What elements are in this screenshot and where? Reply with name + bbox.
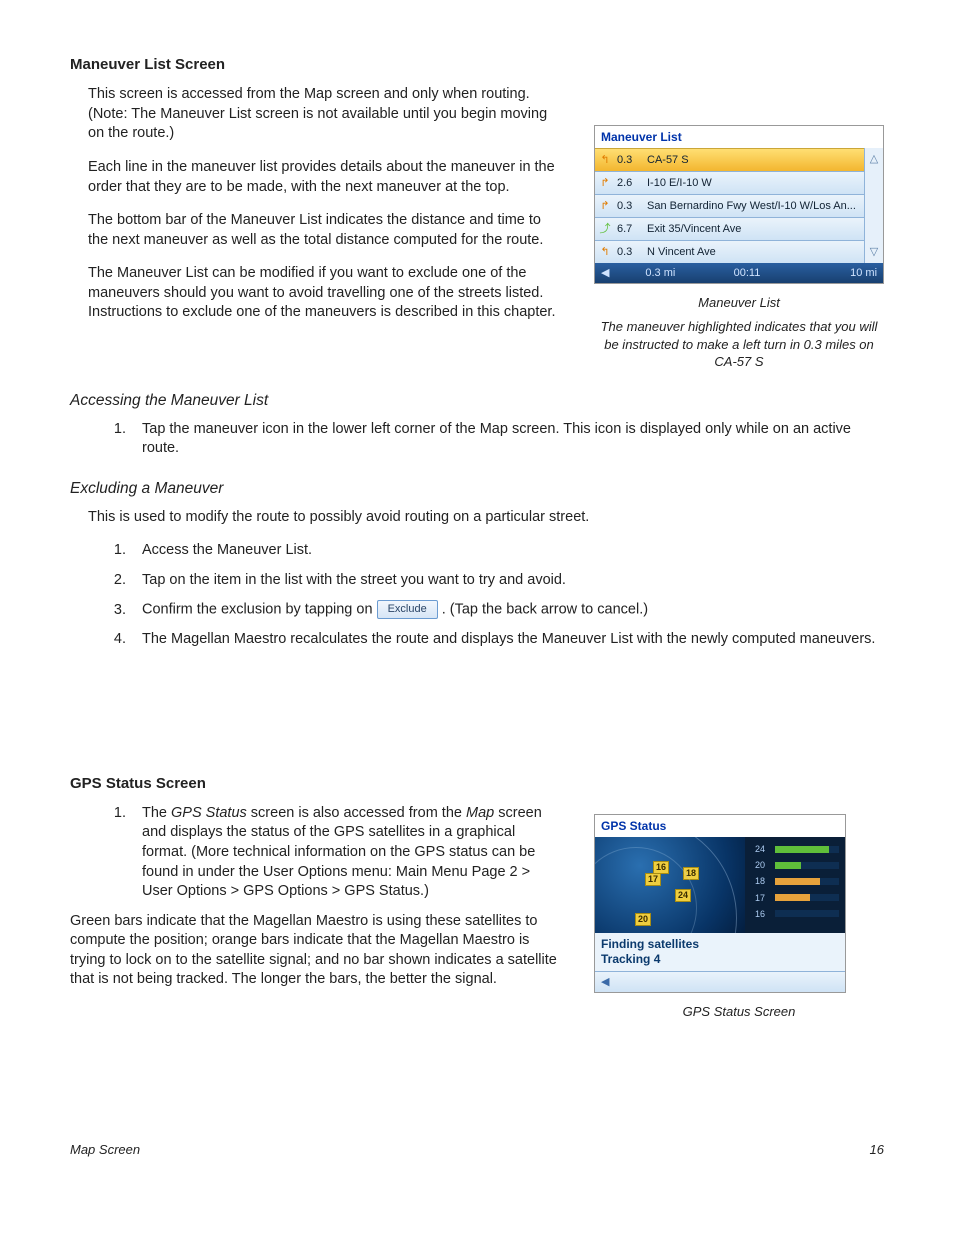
section-two-col: This screen is accessed from the Map scr… bbox=[70, 85, 884, 370]
satellite-id: 17 bbox=[755, 892, 771, 904]
turn-left-icon: ↰ bbox=[599, 245, 611, 260]
satellite-marker: 24 bbox=[675, 889, 691, 902]
caption-title: GPS Status Screen bbox=[594, 1003, 884, 1021]
figure-caption: Maneuver List The maneuver highlighted i… bbox=[594, 294, 884, 370]
list-item: The GPS Status screen is also accessed f… bbox=[130, 804, 564, 902]
caption-text: The maneuver highlighted indicates that … bbox=[594, 318, 884, 371]
scroll-down-icon[interactable]: ▽ bbox=[865, 241, 883, 263]
paragraph: Each line in the maneuver list provides … bbox=[88, 158, 564, 197]
maneuver-name: San Bernardino Fwy West/I-10 W/Los An... bbox=[647, 199, 864, 214]
text: Confirm the exclusion by tapping on bbox=[142, 602, 377, 618]
signal-bar-row: 24 bbox=[755, 843, 839, 855]
signal-bar-row: 16 bbox=[755, 908, 839, 920]
gps-footer-bar: ◀ bbox=[595, 971, 845, 992]
subsection-heading: Accessing the Maneuver List bbox=[70, 391, 884, 412]
gps-globe: 16 17 18 24 20 bbox=[595, 837, 745, 933]
scrollbar[interactable]: △ ▽ bbox=[864, 148, 883, 263]
exclude-button[interactable]: Exclude bbox=[377, 600, 438, 619]
caption-title: Maneuver List bbox=[594, 294, 884, 312]
satellite-marker: 20 bbox=[635, 913, 651, 926]
paragraph: The Maneuver List can be modified if you… bbox=[88, 264, 564, 323]
gps-title: GPS Status bbox=[595, 815, 845, 837]
maneuver-row[interactable]: ⤴ 6.7 Exit 35/Vincent Ave bbox=[595, 217, 864, 240]
list-item: Tap the maneuver icon in the lower left … bbox=[130, 420, 884, 459]
gps-status-text: Finding satellites Tracking 4 bbox=[595, 933, 845, 971]
maneuver-distance: 0.3 bbox=[617, 153, 641, 168]
figure-maneuver-list: Maneuver List ↰ 0.3 CA-57 S ↱ 2.6 I-10 E… bbox=[594, 85, 884, 370]
next-time: 00:11 bbox=[704, 266, 791, 281]
satellite-marker: 17 bbox=[645, 873, 661, 886]
turn-right-icon: ↱ bbox=[599, 176, 611, 191]
turn-left-icon: ↰ bbox=[599, 153, 611, 168]
gps-status-line: Finding satellites bbox=[601, 937, 839, 952]
subsection-heading: Excluding a Maneuver bbox=[70, 479, 884, 500]
maneuver-list-screenshot: Maneuver List ↰ 0.3 CA-57 S ↱ 2.6 I-10 E… bbox=[594, 125, 884, 284]
text: screen is also accessed from the bbox=[247, 805, 466, 821]
figure-gps-status: GPS Status 16 17 18 24 20 24 20 18 17 16 bbox=[594, 804, 884, 1021]
maneuver-distance: 0.3 bbox=[617, 245, 641, 260]
paragraph: The bottom bar of the Maneuver List indi… bbox=[88, 211, 564, 250]
gps-status-screenshot: GPS Status 16 17 18 24 20 24 20 18 17 16 bbox=[594, 814, 846, 993]
italic-text: GPS Status bbox=[171, 805, 247, 821]
page-footer: Map Screen 16 bbox=[70, 1141, 884, 1159]
satellite-marker: 16 bbox=[653, 861, 669, 874]
signal-bar-row: 18 bbox=[755, 875, 839, 887]
page-number: 16 bbox=[870, 1141, 884, 1159]
ordered-list: Access the Maneuver List. Tap on the ite… bbox=[70, 541, 884, 650]
gps-signal-bars: 24 20 18 17 16 bbox=[745, 837, 845, 933]
text: . (Tap the back arrow to cancel.) bbox=[442, 602, 648, 618]
section-text: The GPS Status screen is also accessed f… bbox=[70, 804, 594, 1021]
section-heading: GPS Status Screen bbox=[70, 774, 884, 794]
section-text: This screen is accessed from the Map scr… bbox=[88, 85, 594, 370]
satellite-id: 20 bbox=[755, 859, 771, 871]
italic-text: Map bbox=[466, 805, 494, 821]
maneuver-row[interactable]: ↱ 2.6 I-10 E/I-10 W bbox=[595, 171, 864, 194]
satellite-id: 18 bbox=[755, 875, 771, 887]
section-two-col: The GPS Status screen is also accessed f… bbox=[70, 804, 884, 1021]
ordered-list: Tap the maneuver icon in the lower left … bbox=[70, 420, 884, 459]
satellite-marker: 18 bbox=[683, 867, 699, 880]
signal-bar-row: 17 bbox=[755, 892, 839, 904]
back-icon[interactable]: ◀ bbox=[601, 266, 617, 281]
satellite-id: 24 bbox=[755, 843, 771, 855]
back-icon[interactable]: ◀ bbox=[601, 975, 609, 990]
list-item: Access the Maneuver List. bbox=[130, 541, 884, 561]
signal-bar-row: 20 bbox=[755, 859, 839, 871]
maneuver-list-title: Maneuver List bbox=[595, 126, 883, 148]
maneuver-list-rows: ↰ 0.3 CA-57 S ↱ 2.6 I-10 E/I-10 W ↱ 0.3 … bbox=[595, 148, 864, 263]
total-distance: 10 mi bbox=[790, 266, 877, 281]
text: The bbox=[142, 805, 171, 821]
ordered-list: The GPS Status screen is also accessed f… bbox=[70, 804, 564, 902]
maneuver-distance: 6.7 bbox=[617, 222, 641, 237]
footer-section: Map Screen bbox=[70, 1141, 140, 1159]
maneuver-row[interactable]: ↱ 0.3 San Bernardino Fwy West/I-10 W/Los… bbox=[595, 194, 864, 217]
maneuver-name: I-10 E/I-10 W bbox=[647, 176, 864, 191]
scroll-up-icon[interactable]: △ bbox=[865, 148, 883, 170]
maneuver-row[interactable]: ↰ 0.3 N Vincent Ave bbox=[595, 240, 864, 263]
paragraph: This is used to modify the route to poss… bbox=[88, 508, 884, 528]
paragraph: Green bars indicate that the Magellan Ma… bbox=[70, 912, 564, 990]
maneuver-distance: 0.3 bbox=[617, 199, 641, 214]
maneuver-row[interactable]: ↰ 0.3 CA-57 S bbox=[595, 148, 864, 171]
maneuver-distance: 2.6 bbox=[617, 176, 641, 191]
maneuver-name: Exit 35/Vincent Ave bbox=[647, 222, 864, 237]
paragraph: This screen is accessed from the Map scr… bbox=[88, 85, 564, 144]
next-distance: 0.3 mi bbox=[617, 266, 704, 281]
list-item: Tap on the item in the list with the str… bbox=[130, 571, 884, 591]
list-item: Confirm the exclusion by tapping on Excl… bbox=[130, 600, 884, 620]
list-item: The Magellan Maestro recalculates the ro… bbox=[130, 630, 884, 650]
satellite-id: 16 bbox=[755, 908, 771, 920]
gps-status-line: Tracking 4 bbox=[601, 952, 839, 967]
exit-icon: ⤴ bbox=[599, 222, 611, 237]
section-heading: Maneuver List Screen bbox=[70, 55, 884, 75]
turn-right-icon: ↱ bbox=[599, 199, 611, 214]
maneuver-name: N Vincent Ave bbox=[647, 245, 864, 260]
figure-caption: GPS Status Screen bbox=[594, 1003, 884, 1021]
maneuver-name: CA-57 S bbox=[647, 153, 864, 168]
maneuver-bottom-bar: ◀ 0.3 mi 00:11 10 mi bbox=[595, 263, 883, 283]
